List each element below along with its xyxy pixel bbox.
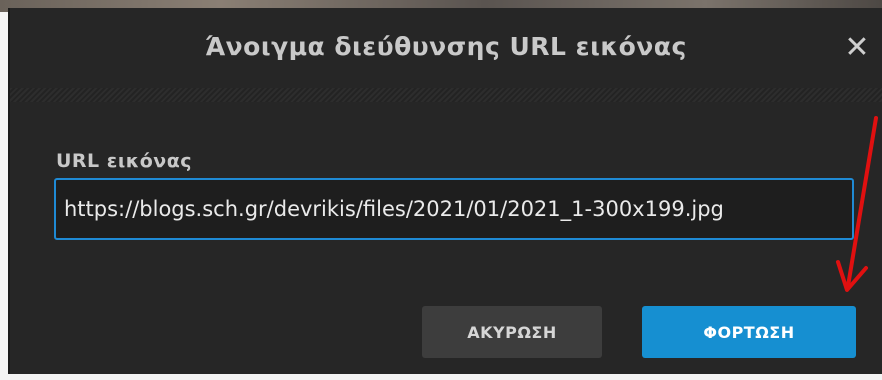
- url-input-value: https://blogs.sch.gr/devrikis/files/2021…: [64, 197, 724, 221]
- url-input[interactable]: https://blogs.sch.gr/devrikis/files/2021…: [54, 178, 854, 240]
- url-field-label: URL εικόνας: [56, 150, 193, 172]
- cancel-button[interactable]: ΑΚΥΡΩΣΗ: [422, 306, 602, 358]
- close-button[interactable]: ✕: [840, 32, 874, 66]
- load-button[interactable]: ΦΟΡΤΩΣΗ: [642, 306, 856, 358]
- dialog-title: Άνοιγμα διεύθυνσης URL εικόνας: [205, 32, 687, 61]
- close-icon: ✕: [844, 30, 870, 65]
- open-image-url-dialog: Άνοιγμα διεύθυνσης URL εικόνας ✕ URL εικ…: [8, 8, 882, 374]
- header-divider: [10, 88, 882, 102]
- dialog-header: Άνοιγμα διεύθυνσης URL εικόνας ✕: [10, 8, 882, 88]
